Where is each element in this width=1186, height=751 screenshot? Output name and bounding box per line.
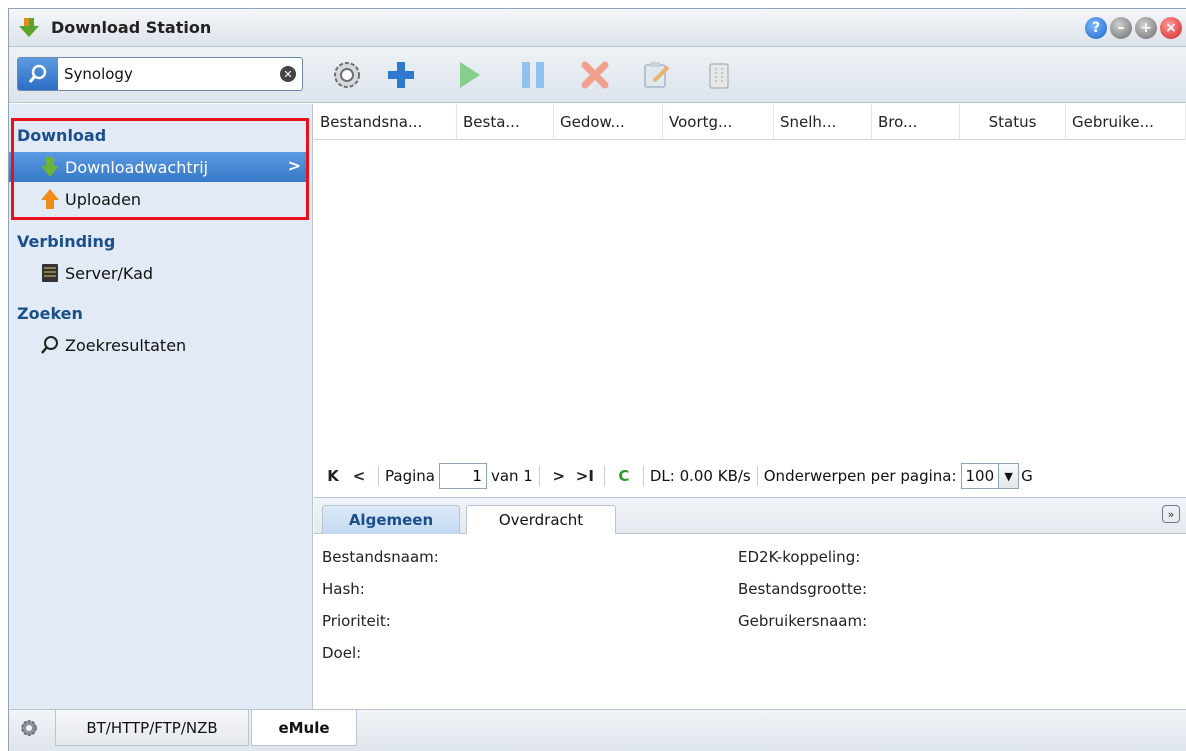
download-station-icon — [19, 18, 39, 37]
close-icon[interactable]: × — [1160, 17, 1182, 39]
column-header[interactable]: Snelh... — [774, 104, 872, 140]
column-header[interactable]: Status — [960, 104, 1066, 140]
maximize-icon[interactable]: + — [1135, 17, 1157, 39]
field-hash: Hash: — [322, 580, 365, 598]
chevron-right-icon: > — [287, 156, 301, 175]
tab-overdracht[interactable]: Overdracht — [466, 505, 616, 534]
tab-bt-http-ftp-nzb[interactable]: BT/HTTP/FTP/NZB — [55, 710, 249, 746]
download-rate: DL: 0.00 KB/s — [649, 467, 751, 485]
section-zoeken: Zoeken — [17, 304, 83, 323]
refresh-icon[interactable]: C — [611, 467, 637, 485]
minimize-icon[interactable]: – — [1110, 17, 1132, 39]
sidebar-item-label: Uploaden — [65, 189, 142, 209]
separator — [378, 466, 379, 486]
resume-icon[interactable] — [449, 57, 489, 93]
edit-icon[interactable] — [637, 57, 677, 93]
sidebar-item-server-kad[interactable]: Server/Kad — [9, 258, 307, 288]
toolbar: ✕ — [9, 47, 1186, 103]
field-doel: Doel: — [322, 644, 362, 662]
sidebar-item-label: Downloadwachtrij — [65, 157, 209, 177]
download-arrow-icon — [41, 157, 59, 177]
page-input[interactable] — [438, 463, 487, 489]
window-controls: ? – + × — [1085, 17, 1182, 39]
section-download: Download — [17, 126, 107, 145]
first-page-button[interactable]: K — [320, 467, 346, 485]
sidebar-item-zoekresultaten[interactable]: Zoekresultaten — [9, 330, 307, 360]
clear-search-icon[interactable]: ✕ — [280, 66, 296, 82]
settings-icon[interactable] — [327, 57, 367, 93]
add-icon[interactable] — [381, 57, 421, 93]
sidebar-item-uploaden[interactable]: Uploaden — [9, 184, 307, 214]
help-icon[interactable]: ? — [1085, 17, 1107, 39]
upload-arrow-icon — [41, 189, 59, 209]
field-bestandsgrootte: Bestandsgrootte: — [738, 580, 868, 598]
separator — [538, 466, 540, 486]
separator — [642, 466, 644, 486]
truncated-text: G — [1021, 467, 1033, 485]
bottom-tabbar: BT/HTTP/FTP/NZB eMule — [9, 709, 1186, 751]
search-results-icon — [41, 336, 58, 354]
detail-tabbar: Algemeen Overdracht » — [314, 498, 1186, 534]
download-station-window: Download Station ? – + × ✕ — [8, 8, 1186, 751]
search-input[interactable] — [64, 63, 274, 85]
title-bar: Download Station ? – + × — [9, 9, 1186, 47]
column-header[interactable]: Gedow... — [554, 104, 663, 140]
search-icon[interactable] — [18, 58, 58, 90]
delete-icon[interactable] — [575, 57, 615, 93]
per-page-label: Onderwerpen per pagina: — [763, 467, 957, 485]
field-ed2k-koppeling: ED2K-koppeling: — [738, 548, 861, 566]
pager: K < Pagina van 1 > >I C DL: 0.00 KB/s On… — [314, 457, 1186, 495]
page-count-label: van 1 — [490, 467, 533, 485]
collapse-icon[interactable]: » — [1162, 505, 1180, 523]
prev-page-button[interactable]: < — [346, 467, 372, 485]
column-header[interactable]: Bro... — [872, 104, 960, 140]
grid-header: Bestandsna... Besta... Gedow... Voortg..… — [314, 104, 1186, 140]
tab-emule[interactable]: eMule — [251, 710, 357, 746]
download-list: Bestandsna... Besta... Gedow... Voortg..… — [314, 104, 1186, 496]
per-page-select[interactable]: 100 ▼ — [960, 463, 1020, 489]
sidebar-item-downloadwachtrij[interactable]: Downloadwachtrij > — [9, 152, 307, 182]
sidebar-item-label: Server/Kad — [65, 263, 154, 283]
column-header[interactable]: Gebruike... — [1066, 104, 1186, 140]
window-title: Download Station — [51, 18, 212, 37]
last-page-button[interactable]: >I — [572, 467, 598, 485]
gear-icon[interactable] — [19, 718, 39, 738]
next-page-button[interactable]: > — [546, 467, 572, 485]
sidebar: Download Downloadwachtrij > Uploaden Ver… — [9, 104, 313, 709]
per-page-value: 100 — [965, 467, 995, 485]
detail-panel: Algemeen Overdracht » Bestandsnaam: Hash… — [314, 497, 1186, 709]
chevron-down-icon[interactable]: ▼ — [998, 464, 1019, 488]
separator — [756, 466, 758, 486]
field-gebruikersnaam: Gebruikersnaam: — [738, 612, 868, 630]
section-verbinding: Verbinding — [17, 232, 116, 251]
server-icon — [42, 264, 58, 282]
search-box[interactable]: ✕ — [17, 57, 303, 91]
field-prioriteit: Prioriteit: — [322, 612, 391, 630]
pause-icon[interactable] — [513, 57, 553, 93]
column-header[interactable]: Besta... — [457, 104, 554, 140]
page-label: Pagina — [385, 467, 435, 485]
field-bestandsnaam: Bestandsnaam: — [322, 548, 439, 566]
tab-algemeen[interactable]: Algemeen — [322, 505, 460, 534]
column-header[interactable]: Voortg... — [663, 104, 774, 140]
clear-icon[interactable] — [699, 57, 739, 93]
column-header[interactable]: Bestandsna... — [314, 104, 457, 140]
sidebar-item-label: Zoekresultaten — [65, 335, 187, 355]
separator — [603, 466, 605, 486]
